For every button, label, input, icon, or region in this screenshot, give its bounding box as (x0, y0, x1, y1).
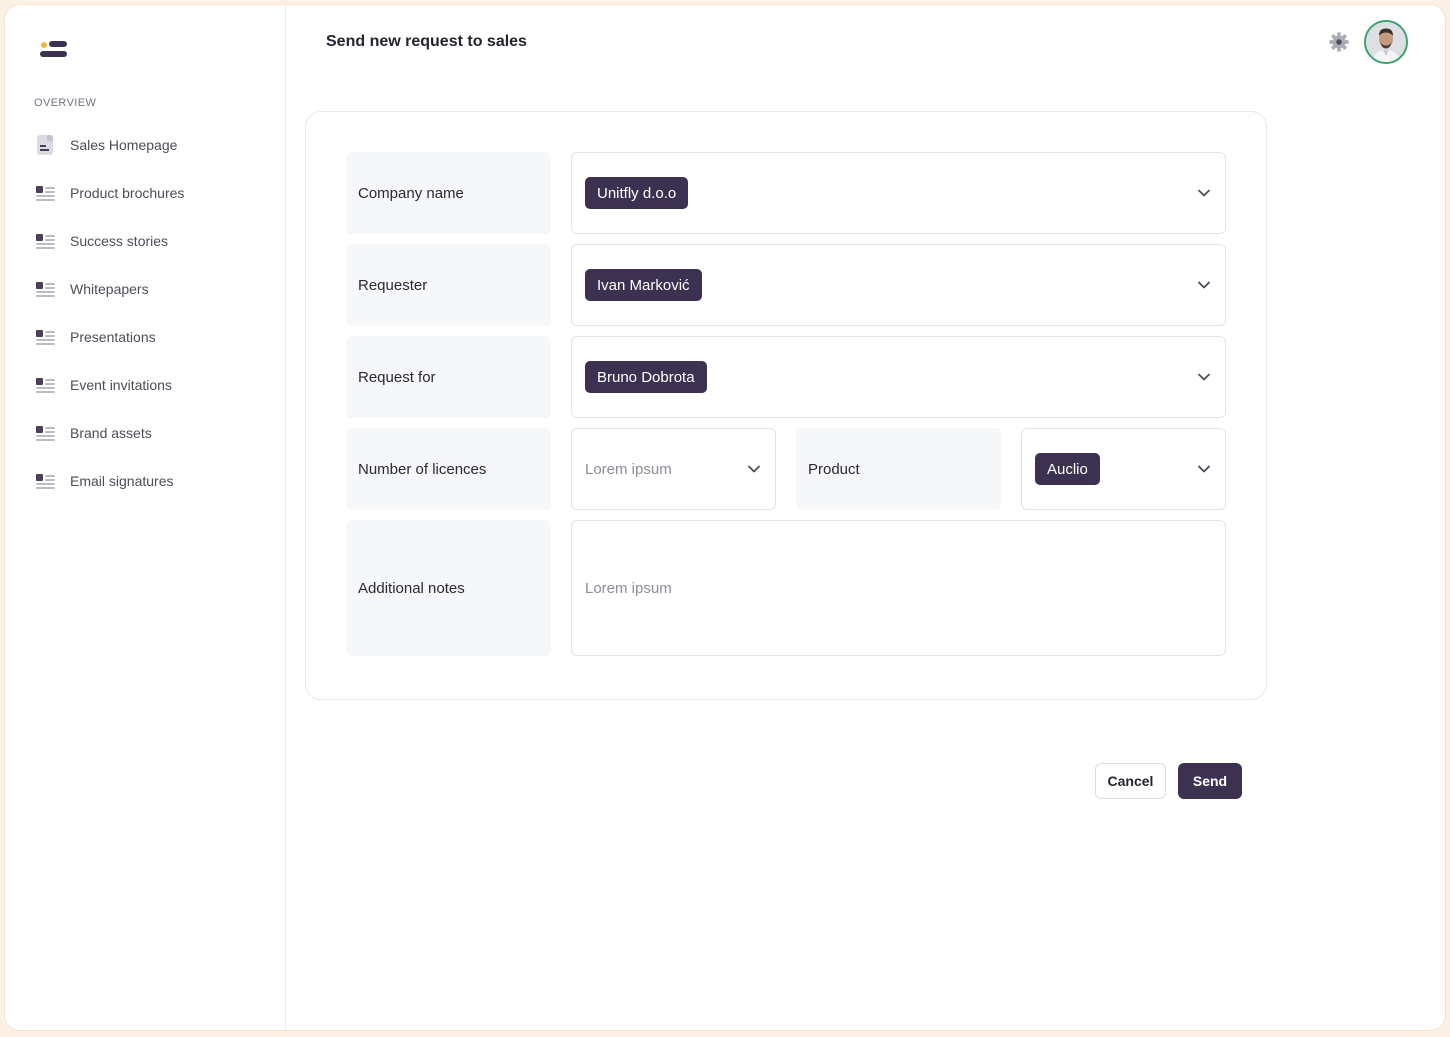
sidebar-item-label: Event invitations (70, 377, 172, 393)
app-window: OVERVIEW Sales Homepage Product brochure… (4, 4, 1446, 1031)
sidebar-item-success-stories[interactable]: Success stories (5, 217, 285, 265)
list-icon (35, 327, 57, 347)
list-icon (35, 279, 57, 299)
list-icon (35, 183, 57, 203)
cancel-button[interactable]: Cancel (1095, 763, 1166, 799)
request-for-select[interactable]: Bruno Dobrota (571, 336, 1226, 418)
chevron-down-icon (1198, 281, 1210, 289)
sidebar-item-presentations[interactable]: Presentations (5, 313, 285, 361)
requester-select[interactable]: Ivan Marković (571, 244, 1226, 326)
requester-label: Requester (346, 244, 551, 326)
chevron-down-icon (1198, 465, 1210, 473)
sidebar-item-label: Product brochures (70, 185, 185, 201)
sidebar-item-product-brochures[interactable]: Product brochures (5, 169, 285, 217)
request-form-card: Company name Unitfly d.o.o Requester Iva… (305, 111, 1267, 700)
product-chip[interactable]: Auclio (1035, 453, 1100, 485)
product-select[interactable]: Auclio (1021, 428, 1226, 510)
gear-icon[interactable] (1328, 31, 1350, 53)
list-icon (35, 471, 57, 491)
sidebar-item-email-signatures[interactable]: Email signatures (5, 457, 285, 505)
chevron-down-icon (1198, 189, 1210, 197)
sidebar-item-label: Presentations (70, 329, 156, 345)
company-name-label: Company name (346, 152, 551, 234)
chevron-down-icon (1198, 373, 1210, 381)
sidebar-item-label: Whitepapers (70, 281, 149, 297)
list-icon (35, 375, 57, 395)
document-icon (35, 135, 57, 155)
product-label: Product (796, 428, 1001, 510)
sidebar-nav: Sales Homepage Product brochures Success… (5, 121, 285, 505)
licences-select[interactable]: Lorem ipsum (571, 428, 776, 510)
sidebar-item-label: Sales Homepage (70, 137, 178, 153)
page-title: Send new request to sales (326, 33, 527, 50)
notes-label: Additional notes (346, 520, 551, 656)
sidebar: OVERVIEW Sales Homepage Product brochure… (5, 5, 286, 1030)
notes-placeholder: Lorem ipsum (585, 579, 672, 597)
user-avatar[interactable] (1364, 20, 1408, 64)
sidebar-item-brand-assets[interactable]: Brand assets (5, 409, 285, 457)
sidebar-item-event-invitations[interactable]: Event invitations (5, 361, 285, 409)
sidebar-section-label: OVERVIEW (34, 97, 97, 109)
sidebar-item-label: Brand assets (70, 425, 152, 441)
sidebar-item-label: Success stories (70, 233, 169, 249)
list-icon (35, 231, 57, 251)
sidebar-item-sales-homepage[interactable]: Sales Homepage (5, 121, 285, 169)
requester-chip[interactable]: Ivan Marković (585, 269, 702, 301)
send-button[interactable]: Send (1178, 763, 1242, 799)
app-logo[interactable] (39, 40, 69, 60)
notes-textarea[interactable]: Lorem ipsum (571, 520, 1226, 656)
company-name-select[interactable]: Unitfly d.o.o (571, 152, 1226, 234)
licences-placeholder: Lorem ipsum (585, 460, 672, 478)
sidebar-item-label: Email signatures (70, 473, 174, 489)
request-for-chip[interactable]: Bruno Dobrota (585, 361, 707, 393)
licences-label: Number of licences (346, 428, 551, 510)
chevron-down-icon (748, 465, 760, 473)
list-icon (35, 423, 57, 443)
request-for-label: Request for (346, 336, 551, 418)
company-name-chip[interactable]: Unitfly d.o.o (585, 177, 689, 209)
sidebar-item-whitepapers[interactable]: Whitepapers (5, 265, 285, 313)
